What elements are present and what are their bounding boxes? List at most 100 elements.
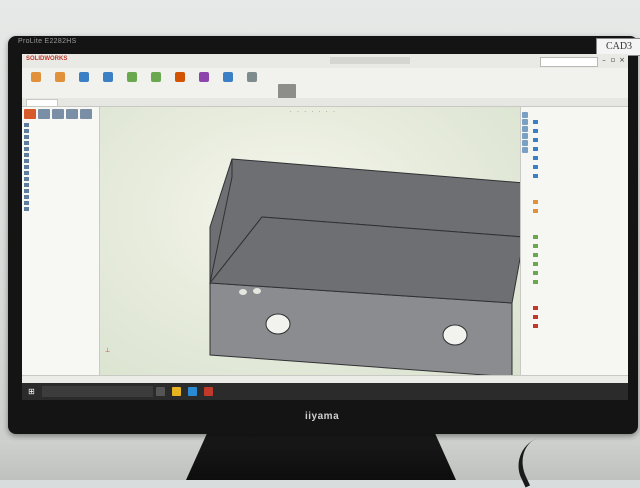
task-pane-side-tabs [521,111,529,171]
link-icon [533,235,538,239]
task-pane-link[interactable] [533,271,540,277]
revolve-icon [55,72,65,82]
custom-properties-tab-icon[interactable] [522,147,528,153]
task-pane-link[interactable] [533,129,540,135]
appearances-tab-icon[interactable] [522,140,528,146]
graphics-viewport[interactable]: · · · · · · · ⊥ [100,107,520,375]
feature-icon [24,123,29,127]
feature-icon [24,177,29,181]
link-icon [533,280,538,284]
feature-icon [24,183,29,187]
feature-icon [24,147,29,151]
task-pane [520,107,628,375]
task-pane-link[interactable] [533,315,540,321]
ribbon-button-5[interactable] [146,72,166,94]
solidworks-icon[interactable] [204,387,213,396]
feature-icon [24,207,29,211]
ribbon-button-4[interactable] [122,72,142,94]
feature-icon [24,165,29,169]
restore-button[interactable]: ▫ [609,56,617,65]
command-manager-ribbon [22,68,628,108]
task-pane-link[interactable] [533,156,540,162]
reference-triad-icon: ⊥ [105,347,111,354]
file-explorer-tab-icon[interactable] [522,126,528,132]
command-tab-2[interactable] [86,99,116,105]
link-icon [533,200,538,204]
task-pane-link[interactable] [533,147,540,153]
task-pane-link[interactable] [533,280,540,286]
task-view-icon[interactable] [156,387,165,396]
ribbon-button-7[interactable] [194,72,214,94]
feature-icon [24,159,29,163]
command-tab-1[interactable] [56,99,86,105]
close-button[interactable]: × [618,56,626,65]
minimize-button[interactable]: – [600,56,608,65]
link-icon [533,244,538,248]
resources-tab-icon[interactable] [522,112,528,118]
shell-icon [199,72,209,82]
command-tab-0[interactable] [26,99,58,106]
property-tab-icon[interactable] [38,109,50,119]
task-pane-link[interactable] [533,253,540,259]
feature-icon [24,195,29,199]
link-icon [533,306,538,310]
start-button-icon[interactable]: ⊞ [28,387,35,396]
ribbon-button-9[interactable] [242,72,262,94]
feature-icon [24,135,29,139]
part-model[interactable] [100,107,520,375]
windows-taskbar: ⊞ [22,383,628,400]
hole-left [265,313,291,335]
monitor-model-label: ProLite E2282HS [18,38,77,45]
link-icon [533,209,538,213]
feature-tree-tab-icon[interactable] [24,109,36,119]
command-tab-3[interactable] [116,99,146,105]
tree-item[interactable] [24,207,31,213]
task-pane-link[interactable] [533,262,540,268]
sweep-icon [79,72,89,82]
link-icon [533,174,538,178]
dimxpert-tab-icon[interactable] [66,109,78,119]
ribbon-button-6[interactable] [170,72,190,94]
task-pane-link[interactable] [533,244,540,250]
system-tray[interactable] [542,387,622,397]
ribbon-button-3[interactable] [98,72,118,94]
link-icon [533,156,538,160]
command-tab-5[interactable] [176,99,206,105]
link-icon [533,315,538,319]
view-palette-tab-icon[interactable] [522,133,528,139]
link-icon [533,138,538,142]
task-pane-link[interactable] [533,165,540,171]
rib-icon [175,72,185,82]
link-icon [533,271,538,275]
task-pane-link[interactable] [533,174,540,180]
task-pane-link[interactable] [533,209,540,215]
feature-icon [24,201,29,205]
search-input[interactable] [540,57,598,67]
ribbon-button-1[interactable] [50,72,70,94]
title-bar: SOLIDWORKS – ▫ × [22,54,628,69]
tree-panel-tabs [24,109,96,119]
fillet-icon [127,72,137,82]
task-pane-link[interactable] [533,120,540,126]
ribbon-button-0[interactable] [26,72,46,94]
command-tab-4[interactable] [146,99,176,105]
config-tab-icon[interactable] [52,109,64,119]
display-tab-icon[interactable] [80,109,92,119]
feature-icon [24,153,29,157]
link-icon [533,120,538,124]
explorer-icon[interactable] [172,387,181,396]
ribbon-button-2[interactable] [74,72,94,94]
task-pane-link[interactable] [533,200,540,206]
task-pane-link[interactable] [533,306,540,312]
link-icon [533,147,538,151]
app-logo[interactable]: SOLIDWORKS [26,56,67,62]
task-pane-link[interactable] [533,235,540,241]
task-pane-link[interactable] [533,138,540,144]
edge-icon[interactable] [188,387,197,396]
ribbon-button-8[interactable] [218,72,238,94]
design-library-tab-icon[interactable] [522,119,528,125]
feature-icon [24,171,29,175]
task-pane-link[interactable] [533,324,540,330]
link-icon [533,324,538,328]
taskbar-search-input[interactable] [42,386,153,397]
